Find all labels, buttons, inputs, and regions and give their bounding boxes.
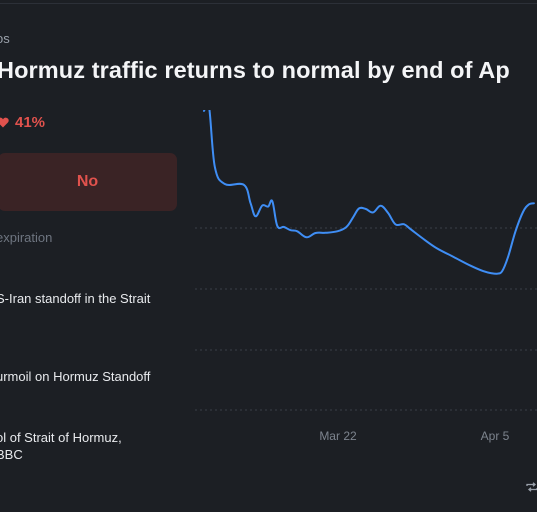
chart-series (203, 110, 535, 275)
repeat-icon[interactable] (526, 479, 537, 497)
news-item-line: S-Iran standoff in the Strait (0, 291, 151, 306)
top-divider (0, 3, 537, 4)
x-axis-ticks: Mar 22 Apr 5 (319, 429, 509, 443)
chart-grid (195, 227, 537, 411)
heart-icon (0, 117, 9, 128)
news-item[interactable]: ol of Strait of Hormuz, BBC (0, 429, 186, 463)
probability-chart: Mar 22 Apr 5 (195, 110, 537, 443)
news-item[interactable]: urmoil on Hormuz Standoff (0, 368, 186, 385)
no-outcome-button[interactable]: No (0, 153, 177, 211)
expiration-label: expiration (0, 230, 53, 245)
probability-value: 41% (15, 114, 46, 131)
x-tick-label: Mar 22 (319, 429, 357, 443)
news-item[interactable]: S-Iran standoff in the Strait (0, 290, 186, 307)
news-item-line: urmoil on Hormuz Standoff (0, 369, 151, 384)
x-tick-label: Apr 5 (481, 429, 510, 443)
probability-indicator: 41% (0, 114, 45, 131)
series-line (203, 110, 535, 275)
news-item-line: BBC (0, 447, 23, 462)
news-item-line: ol of Strait of Hormuz, (0, 430, 122, 445)
market-title: Hormuz traffic returns to normal by end … (0, 57, 510, 83)
category-breadcrumb[interactable]: os (0, 31, 10, 46)
